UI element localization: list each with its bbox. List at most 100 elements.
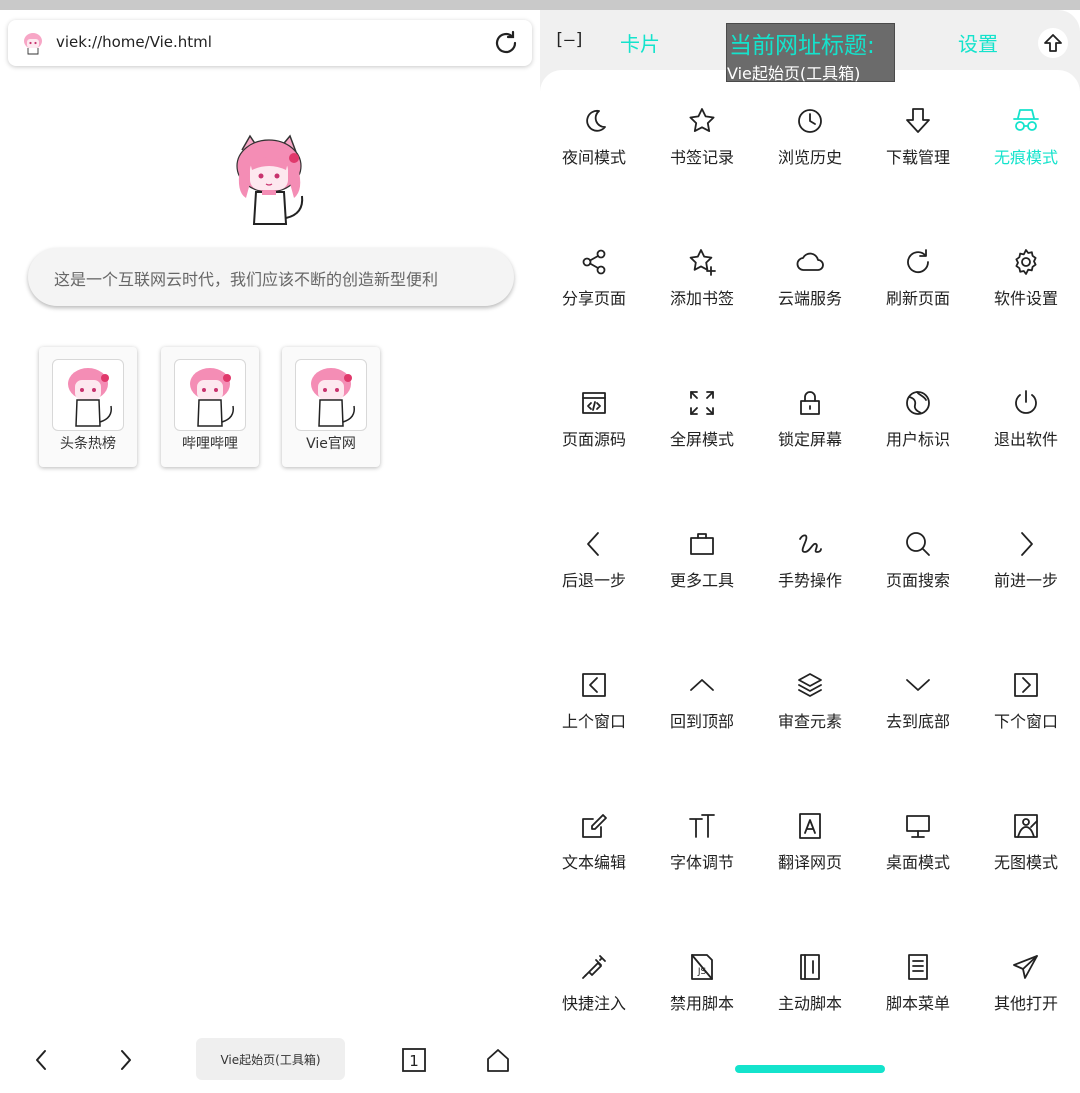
menu-item-label: 页面搜索	[885, 571, 950, 590]
menu-item-7[interactable]: 添加书签	[648, 241, 756, 382]
menu-item-28[interactable]: 翻译网页	[756, 805, 864, 946]
status-bar-strip	[0, 0, 1080, 10]
menu-item-label: 字体调节	[669, 853, 734, 872]
page-title-button[interactable]: Vie起始页(工具箱)	[196, 1038, 345, 1080]
menu-item-35[interactable]: 其他打开	[972, 946, 1080, 1087]
send-icon	[1011, 952, 1041, 982]
chevron-right-icon	[121, 1050, 131, 1070]
menu-panel: 夜间模式 书签记录 浏览历史 下载管理 无痕模式分享页面 添加书签 云端服务 刷新页面 软件设置…	[540, 70, 1080, 1093]
menu-item-label: 回到顶部	[669, 712, 734, 731]
menu-item-label: 前进一步	[993, 571, 1058, 590]
site-favicon-icon	[22, 31, 44, 55]
bottom-navigation: Vie起始页(工具箱) 1	[0, 1030, 540, 1090]
menu-item-label: 脚本菜单	[885, 994, 950, 1013]
menu-item-label: 翻译网页	[777, 853, 842, 872]
search-input[interactable]: 这是一个互联网云时代，我们应该不断的创造新型便利	[28, 248, 514, 306]
menu-item-label: 无痕模式	[993, 148, 1058, 167]
menu-item-3[interactable]: 浏览历史	[756, 100, 864, 241]
menu-item-18[interactable]: 手势操作	[756, 523, 864, 664]
menu-item-21[interactable]: 上个窗口	[540, 664, 648, 805]
star-add-icon	[687, 247, 717, 277]
menu-item-29[interactable]: 桌面模式	[864, 805, 972, 946]
power-icon	[1011, 388, 1041, 418]
menu-item-14[interactable]: 用户标识	[864, 382, 972, 523]
shortcut-vie-official[interactable]: Vie官网	[282, 347, 380, 467]
browser-page: viek://home/Vie.html 这是一个互联网云时代，我们应该不断的创…	[0, 10, 540, 1093]
menu-item-23[interactable]: 审查元素	[756, 664, 864, 805]
menu-item-label: 退出软件	[993, 430, 1058, 449]
menu-item-11[interactable]: 页面源码	[540, 382, 648, 523]
menu-item-label: 下个窗口	[993, 712, 1058, 731]
menu-item-label: 添加书签	[669, 289, 734, 308]
menu-item-8[interactable]: 云端服务	[756, 241, 864, 382]
title-heading: 当前网址标题:	[729, 33, 875, 59]
injector-icon	[579, 952, 609, 982]
translate-icon	[795, 811, 825, 841]
menu-item-15[interactable]: 退出软件	[972, 382, 1080, 523]
home-button[interactable]	[480, 1042, 516, 1078]
menu-item-27[interactable]: 字体调节	[648, 805, 756, 946]
menu-item-13[interactable]: 锁定屏幕	[756, 382, 864, 523]
gear-icon	[1011, 247, 1041, 277]
globe-icon	[903, 388, 933, 418]
tabs-button[interactable]: 1	[396, 1042, 432, 1078]
menu-item-label: 下载管理	[885, 148, 950, 167]
menu-item-label: 手势操作	[777, 571, 842, 590]
share-icon	[579, 247, 609, 277]
menu-item-1[interactable]: 夜间模式	[540, 100, 648, 241]
url-text[interactable]: viek://home/Vie.html	[56, 33, 212, 51]
menu-item-20[interactable]: 前进一步	[972, 523, 1080, 664]
shortcut-label: 头条热榜	[60, 436, 116, 452]
search-placeholder: 这是一个互联网云时代，我们应该不断的创造新型便利	[54, 270, 439, 289]
svg-text:JS: JS	[697, 967, 707, 977]
shortcut-thumbnail	[52, 359, 124, 431]
menu-item-label: 桌面模式	[885, 853, 950, 872]
menu-item-12[interactable]: 全屏模式	[648, 382, 756, 523]
settings-button[interactable]: 设置	[958, 28, 998, 57]
arrow-up-icon[interactable]	[1038, 28, 1068, 58]
menu-item-label: 禁用脚本	[669, 994, 734, 1013]
refresh-icon[interactable]	[492, 29, 520, 57]
menu-item-2[interactable]: 书签记录	[648, 100, 756, 241]
clock-icon	[795, 106, 825, 136]
shortcut-thumbnail	[174, 359, 246, 431]
card-button[interactable]: 卡片	[620, 28, 660, 57]
script-active-icon	[795, 952, 825, 982]
menu-item-19[interactable]: 页面搜索	[864, 523, 972, 664]
chevron-down-icon	[903, 670, 933, 700]
menu-item-9[interactable]: 刷新页面	[864, 241, 972, 382]
menu-item-5[interactable]: 无痕模式	[972, 100, 1080, 241]
collapse-button[interactable]: [–]	[554, 30, 585, 50]
menu-item-22[interactable]: 回到顶部	[648, 664, 756, 805]
menu-item-26[interactable]: 文本编辑	[540, 805, 648, 946]
menu-item-4[interactable]: 下载管理	[864, 100, 972, 241]
moon-icon	[579, 106, 609, 136]
star-icon	[687, 106, 717, 136]
back-button[interactable]	[24, 1042, 60, 1078]
briefcase-icon	[687, 529, 717, 559]
home-indicator[interactable]	[735, 1065, 885, 1073]
edit-icon	[579, 811, 609, 841]
menu-item-25[interactable]: 下个窗口	[972, 664, 1080, 805]
layers-icon	[795, 670, 825, 700]
menu-item-label: 全屏模式	[669, 430, 734, 449]
address-bar[interactable]: viek://home/Vie.html	[8, 20, 532, 66]
menu-item-10[interactable]: 软件设置	[972, 241, 1080, 382]
shortcut-bilibili[interactable]: 哔哩哔哩	[161, 347, 259, 467]
menu-item-31[interactable]: 快捷注入	[540, 946, 648, 1087]
shortcut-toutiao[interactable]: 头条热榜	[39, 347, 137, 467]
shortcut-label: 哔哩哔哩	[182, 436, 238, 452]
menu-item-6[interactable]: 分享页面	[540, 241, 648, 382]
menu-item-30[interactable]: 无图模式	[972, 805, 1080, 946]
shortcut-label: Vie官网	[306, 436, 356, 452]
menu-header: [–] 卡片 当前网址标题: Vie起始页(工具箱) 设置	[540, 10, 1080, 83]
title-value: Vie起始页(工具箱)	[727, 64, 861, 83]
menu-item-16[interactable]: 后退一步	[540, 523, 648, 664]
menu-item-label: 分享页面	[561, 289, 626, 308]
menu-item-24[interactable]: 去到底部	[864, 664, 972, 805]
shortcut-thumbnail	[295, 359, 367, 431]
forward-button[interactable]	[107, 1042, 143, 1078]
tool-menu: [–] 卡片 当前网址标题: Vie起始页(工具箱) 设置 夜间模式 书签记录 浏览…	[540, 10, 1080, 1093]
menu-item-17[interactable]: 更多工具	[648, 523, 756, 664]
menu-item-label: 浏览历史	[777, 148, 842, 167]
